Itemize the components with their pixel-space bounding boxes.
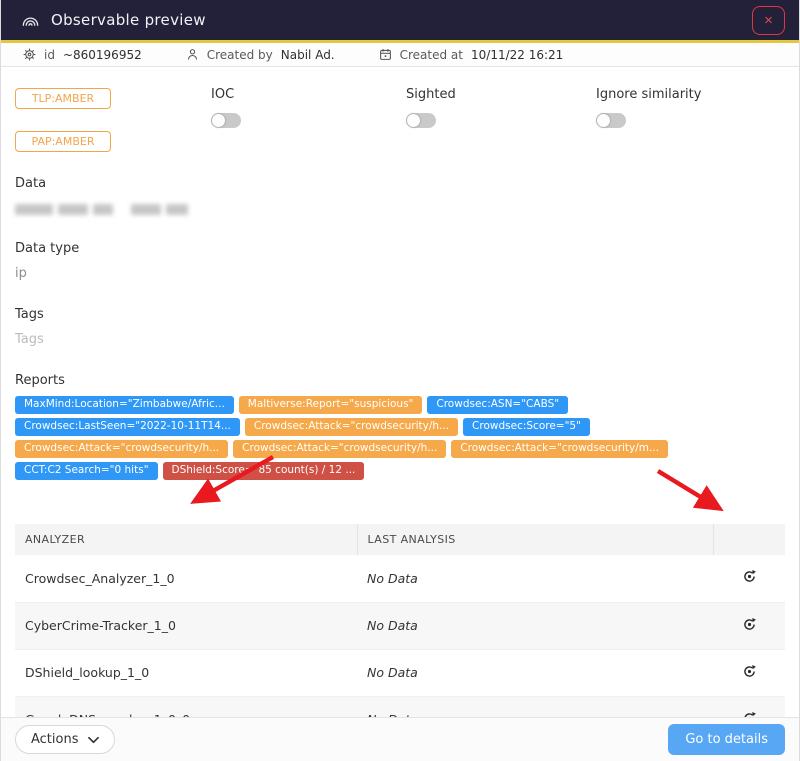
person-icon (186, 48, 199, 61)
sighted-toggle[interactable] (406, 113, 436, 128)
report-tag: Crowdsec:Score="5" (463, 418, 590, 436)
gear-icon (23, 48, 36, 61)
run-analyzer-icon[interactable] (742, 569, 757, 584)
chevron-down-icon (88, 736, 99, 744)
table-row: Crowdsec_Analyzer_1_0 No Data (15, 555, 785, 602)
actions-button[interactable]: Actions (15, 725, 115, 754)
column-header-analyzer: ANALYZER (15, 524, 357, 555)
report-tag: MaxMind:Location="Zimbabwe/Afric... (15, 396, 234, 414)
meta-created-at: Created at 10/11/22 16:21 (379, 48, 564, 62)
modal-header: Observable preview × (1, 0, 799, 40)
tags-input[interactable]: Tags (15, 332, 785, 347)
data-label: Data (15, 176, 785, 191)
analyzer-name: DShield_lookup_1_0 (15, 649, 357, 696)
last-analysis-value: No Data (357, 555, 713, 602)
fingerprint-icon (21, 11, 40, 30)
analyzer-name: Crowdsec_Analyzer_1_0 (15, 555, 357, 602)
actions-button-label: Actions (31, 732, 79, 747)
modal-footer: Actions Go to details (1, 717, 799, 761)
report-tag: CCT:C2 Search="0 hits" (15, 462, 158, 480)
table-row: CyberCrime-Tracker_1_0 No Data (15, 602, 785, 649)
sighted-label: Sighted (406, 87, 596, 102)
modal-title: Observable preview (51, 11, 206, 29)
column-header-last-analysis: LAST ANALYSIS (357, 524, 713, 555)
run-analyzer-icon[interactable] (742, 664, 757, 679)
column-header-actions (713, 524, 785, 555)
tags-label: Tags (15, 307, 785, 322)
ignore-similarity-toggle-group: Ignore similarity (596, 87, 785, 152)
analyzer-name: CyberCrime-Tracker_1_0 (15, 602, 357, 649)
created-at-label: Created at (400, 48, 463, 62)
modal-body: TLP:AMBER PAP:AMBER IOC Sighted Ignore s… (1, 87, 799, 761)
tlp-pap-badges: TLP:AMBER PAP:AMBER (15, 87, 211, 152)
meta-created-by: Created by Nabil Ad. (186, 48, 335, 62)
sighted-toggle-group: Sighted (406, 87, 596, 152)
meta-bar: id ~860196952 Created by Nabil Ad. Creat… (1, 43, 799, 67)
report-tags: MaxMind:Location="Zimbabwe/Afric... Malt… (15, 396, 785, 480)
report-tag: Crowdsec:ASN="CABS" (427, 396, 568, 414)
last-analysis-value: No Data (357, 602, 713, 649)
table-row: DShield_lookup_1_0 No Data (15, 649, 785, 696)
flags-row: TLP:AMBER PAP:AMBER IOC Sighted Ignore s… (15, 87, 785, 152)
data-type-label: Data type (15, 241, 785, 256)
tlp-badge[interactable]: TLP:AMBER (15, 88, 111, 109)
reports-label: Reports (15, 373, 785, 388)
data-type-value: ip (15, 266, 785, 281)
report-tag: DShield:Score="85 count(s) / 12 ... (163, 462, 365, 480)
run-analyzer-icon[interactable] (742, 617, 757, 632)
created-by-value: Nabil Ad. (281, 48, 335, 62)
report-tag: Crowdsec:Attack="crowdsecurity/h... (15, 440, 228, 458)
report-tag: Crowdsec:Attack="crowdsecurity/h... (233, 440, 446, 458)
table-header-row: ANALYZER LAST ANALYSIS (15, 524, 785, 555)
report-tag: Crowdsec:LastSeen="2022-10-11T14... (15, 418, 240, 436)
ignore-similarity-label: Ignore similarity (596, 87, 785, 102)
close-icon[interactable]: × (752, 6, 785, 35)
data-value-redacted (15, 204, 785, 215)
id-label: id (44, 48, 55, 62)
observable-preview-modal: Observable preview × id ~860196952 (0, 0, 800, 761)
meta-id: id ~860196952 (23, 48, 142, 62)
created-by-label: Created by (207, 48, 273, 62)
report-tag: Crowdsec:Attack="crowdsecurity/m... (451, 440, 668, 458)
pap-badge[interactable]: PAP:AMBER (15, 131, 111, 152)
id-value: ~860196952 (63, 48, 142, 62)
calendar-icon (379, 48, 392, 61)
ioc-toggle-group: IOC (211, 87, 406, 152)
report-tag: Maltiverse:Report="suspicious" (239, 396, 423, 414)
last-analysis-value: No Data (357, 649, 713, 696)
ioc-toggle[interactable] (211, 113, 241, 128)
created-at-value: 10/11/22 16:21 (471, 48, 563, 62)
report-tag: Crowdsec:Attack="crowdsecurity/h... (245, 418, 458, 436)
go-to-details-button[interactable]: Go to details (668, 724, 785, 755)
ignore-similarity-toggle[interactable] (596, 113, 626, 128)
ioc-label: IOC (211, 87, 406, 102)
